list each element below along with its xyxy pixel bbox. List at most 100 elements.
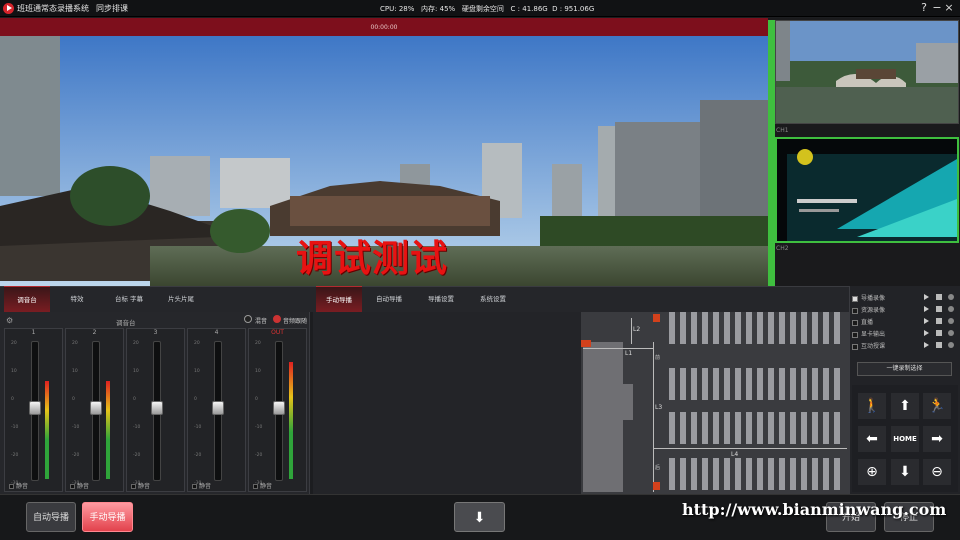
tab-director-settings[interactable]: 导播设置 xyxy=(416,286,466,312)
meter-tick: 10 xyxy=(11,369,17,374)
mute-label: 静音 xyxy=(260,483,273,490)
student-desk xyxy=(713,312,719,344)
help-button[interactable]: ? xyxy=(918,1,930,15)
tab-mixer[interactable]: 调音台 xyxy=(4,286,50,312)
option-checkbox[interactable] xyxy=(852,319,858,326)
student-desk xyxy=(790,458,796,490)
thumbnail-ch1[interactable] xyxy=(775,20,959,124)
mute-checkbox[interactable]: 静音 xyxy=(70,481,89,490)
podium-desk xyxy=(613,384,633,420)
stop-icon[interactable] xyxy=(936,330,942,336)
walk-out-icon[interactable]: 🚶 xyxy=(858,393,886,419)
play-icon[interactable] xyxy=(924,306,929,312)
main-preview[interactable]: 调试测试 xyxy=(0,36,768,286)
student-desk xyxy=(735,412,741,444)
mute-label: 静音 xyxy=(138,483,151,490)
student-desk xyxy=(691,312,697,344)
mute-label: 静音 xyxy=(199,483,212,490)
tab-logo-caption[interactable]: 台标 字幕 xyxy=(104,286,154,312)
student-desk xyxy=(680,368,686,400)
option-row[interactable]: 显卡输出 xyxy=(852,329,958,340)
stop-icon[interactable] xyxy=(936,318,942,324)
student-desk xyxy=(702,312,708,344)
fader-knob[interactable] xyxy=(151,401,163,415)
meter-tick: 10 xyxy=(133,369,139,374)
audio-follow-radio[interactable] xyxy=(273,315,281,323)
camera-back-icon[interactable] xyxy=(653,482,660,490)
student-desk xyxy=(669,458,675,490)
mute-checkbox[interactable]: 静音 xyxy=(9,481,28,490)
manual-director-button[interactable]: 手动导播 xyxy=(82,502,133,532)
student-desk xyxy=(768,312,774,344)
ch1-label: CH1 xyxy=(776,127,789,134)
tab-manual-director[interactable]: 手动导播 xyxy=(316,286,362,312)
student-desk xyxy=(746,458,752,490)
arrow-left-icon[interactable]: ⬅ xyxy=(858,426,886,452)
home-button[interactable]: HOME xyxy=(891,426,919,452)
option-row[interactable]: 互动授课 xyxy=(852,341,958,352)
play-icon[interactable] xyxy=(924,318,929,324)
menu-sync-schedule[interactable]: 同步排课 xyxy=(96,3,128,14)
fader-knob[interactable] xyxy=(90,401,102,415)
settings-icon[interactable] xyxy=(948,318,954,324)
camera-front-icon[interactable] xyxy=(653,314,660,322)
zoom-in-icon[interactable]: ⊕ xyxy=(858,459,886,485)
stop-icon[interactable] xyxy=(936,294,942,300)
camera-teacher-icon[interactable] xyxy=(581,340,591,347)
option-checkbox[interactable] xyxy=(852,343,858,350)
tab-intro-outro[interactable]: 片头片尾 xyxy=(156,286,206,312)
option-checkbox[interactable] xyxy=(852,331,858,338)
student-desk xyxy=(779,458,785,490)
option-row[interactable]: 导播录像 xyxy=(852,293,958,304)
meter-tick: -20 xyxy=(72,453,80,458)
mute-checkbox[interactable]: 静音 xyxy=(192,481,211,490)
option-row[interactable]: 直播 xyxy=(852,317,958,328)
one-key-record-button[interactable]: 一键录制选择 xyxy=(857,362,952,376)
option-checkbox[interactable] xyxy=(852,307,858,314)
arrow-right-icon[interactable]: ➡ xyxy=(923,426,951,452)
play-icon[interactable] xyxy=(924,294,929,300)
channel-number: 4 xyxy=(214,329,219,336)
student-desk xyxy=(834,368,840,400)
thumbnail-ch2[interactable] xyxy=(775,137,959,243)
mixer-gear-icon[interactable]: ⚙ xyxy=(6,316,13,325)
arrow-up-icon[interactable]: ⬆ xyxy=(891,393,919,419)
option-row[interactable]: 资源录像 xyxy=(852,305,958,316)
tab-effects[interactable]: 特效 xyxy=(52,286,102,312)
settings-icon[interactable] xyxy=(948,330,954,336)
stop-icon[interactable] xyxy=(936,342,942,348)
title-bar: 班班通常态录播系统 同步排课 CPU: 28% 内存: 45% 硬盘剩余空间 C… xyxy=(0,0,960,17)
zoom-out-icon[interactable]: ⊖ xyxy=(923,459,951,485)
l2-label: L2 xyxy=(633,326,641,333)
run-icon[interactable]: 🏃 xyxy=(923,393,951,419)
student-desk xyxy=(735,312,741,344)
option-checkbox[interactable] xyxy=(852,295,858,302)
student-desk xyxy=(790,312,796,344)
arrow-down-icon[interactable]: ⬇ xyxy=(891,459,919,485)
tab-system-settings[interactable]: 系统设置 xyxy=(468,286,518,312)
close-button[interactable]: × xyxy=(943,1,955,15)
settings-icon[interactable] xyxy=(948,342,954,348)
student-desk xyxy=(680,412,686,444)
tab-auto-director[interactable]: 自动导播 xyxy=(364,286,414,312)
ch1-scene xyxy=(776,21,958,123)
option-label: 显卡输出 xyxy=(861,331,886,338)
fader-knob[interactable] xyxy=(273,401,285,415)
fader-knob[interactable] xyxy=(29,401,41,415)
mute-checkbox[interactable]: 静音 xyxy=(131,481,150,490)
settings-icon[interactable] xyxy=(948,306,954,312)
auto-director-button[interactable]: 自动导播 xyxy=(26,502,76,532)
student-desk xyxy=(702,368,708,400)
mix-radio[interactable] xyxy=(244,315,252,323)
student-desk xyxy=(823,412,829,444)
mute-checkbox[interactable]: 静音 xyxy=(253,481,272,490)
stop-icon[interactable] xyxy=(936,306,942,312)
minimize-button[interactable]: − xyxy=(931,1,943,15)
play-icon[interactable] xyxy=(924,342,929,348)
play-icon[interactable] xyxy=(924,330,929,336)
settings-icon[interactable] xyxy=(948,294,954,300)
download-icon[interactable]: ⬇ xyxy=(454,502,505,532)
fader-knob[interactable] xyxy=(212,401,224,415)
student-desk xyxy=(801,412,807,444)
l3-label: L3 xyxy=(655,404,663,411)
